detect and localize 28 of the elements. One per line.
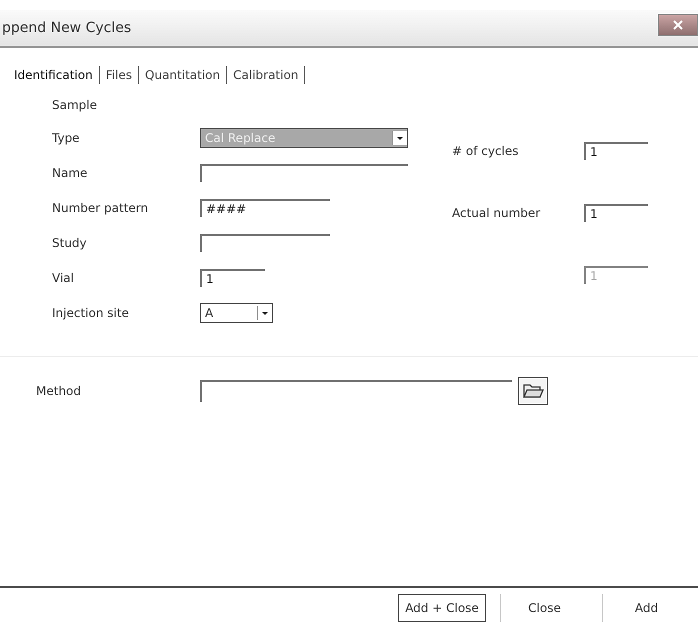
field-label: Method xyxy=(36,384,82,398)
input-field[interactable]: 1 xyxy=(200,268,265,286)
dialog-button[interactable]: Add + Close xyxy=(398,594,486,622)
field-label: Type xyxy=(52,130,81,144)
caret-icon xyxy=(392,130,407,144)
field-label: Name xyxy=(52,166,88,180)
input-field[interactable]: #### xyxy=(200,198,330,216)
field-label: Number pattern xyxy=(52,200,150,214)
window-title: ppend New Cycles xyxy=(1,20,132,36)
tab[interactable]: Quantitation xyxy=(139,66,228,84)
dropdown-value: A xyxy=(205,306,214,320)
tab[interactable]: Identification xyxy=(8,66,100,84)
folder-icon xyxy=(522,382,544,400)
field-label: Actual number xyxy=(452,206,542,220)
field-label: Vial xyxy=(52,270,75,284)
close-icon xyxy=(672,20,684,30)
field-label: Study xyxy=(52,236,88,250)
tab[interactable]: Files xyxy=(100,66,140,84)
browse-button[interactable] xyxy=(518,377,548,405)
dropdown[interactable]: A xyxy=(200,302,273,322)
field-label: Injection site xyxy=(52,306,130,320)
tab[interactable]: Calibration xyxy=(227,66,306,84)
dropdown-value: Cal Replace xyxy=(205,130,276,144)
field-label: # of cycles xyxy=(452,144,520,158)
input-field[interactable]: 1 xyxy=(584,142,648,160)
close-button[interactable] xyxy=(658,14,698,36)
group-label: Sample xyxy=(52,98,98,114)
input-field[interactable]: 1 xyxy=(584,204,648,222)
